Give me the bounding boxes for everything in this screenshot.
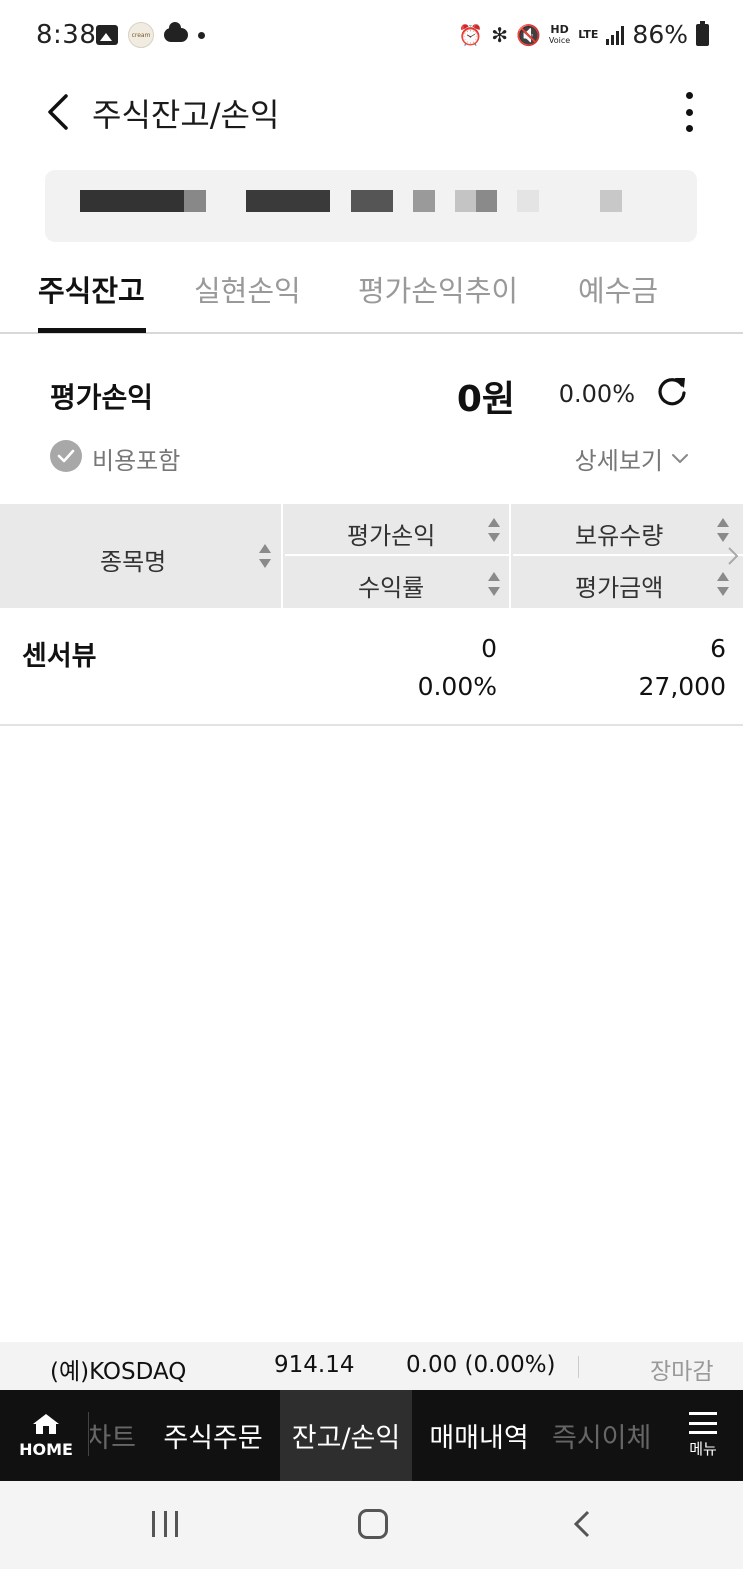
redacted-text — [413, 190, 435, 212]
eval-amount-value: 27,000 — [638, 672, 726, 701]
column-return-rate[interactable]: 수익률 — [285, 556, 511, 608]
hamburger-menu-icon — [689, 1412, 717, 1434]
ticker-index-name: (예)KOSDAQ — [50, 1359, 187, 1385]
cost-included-label[interactable]: 비용포함 — [92, 441, 180, 476]
ticker-change: 0.00 (0.00%) — [406, 1352, 556, 1378]
system-nav-bar — [0, 1481, 743, 1569]
nav-balance-profit[interactable]: 잔고/손익 — [280, 1390, 412, 1481]
column-label-name: 종목명 — [100, 548, 167, 576]
refresh-icon[interactable] — [655, 374, 689, 408]
home-icon — [33, 1414, 59, 1434]
tab-eval-profit-trend[interactable]: 평가손익추이 — [358, 268, 518, 310]
sort-icon — [488, 572, 500, 596]
tab-deposit[interactable]: 예수금 — [578, 268, 658, 310]
redacted-text — [476, 190, 497, 212]
hd-voice-icon: HD Voice — [549, 24, 570, 46]
back-arrow-icon[interactable] — [40, 90, 80, 134]
recent-apps-icon[interactable] — [152, 1511, 178, 1537]
table-row[interactable]: 센서뷰 0 0.00% 6 27,000 — [0, 608, 743, 726]
gallery-icon — [96, 25, 118, 45]
column-stock-name[interactable]: 종목명 — [0, 504, 283, 608]
redacted-text — [351, 190, 393, 212]
column-eval-amount[interactable]: 평가금액 — [513, 556, 743, 608]
sort-icon — [259, 544, 271, 568]
detail-view-link[interactable]: 상세보기 — [575, 441, 689, 476]
market-ticker[interactable]: (예)KOSDAQ 914.14 0.00 (0.00%) 장마감 — [0, 1342, 743, 1390]
column-label-quantity: 보유수량 — [575, 522, 664, 550]
ticker-value: 914.14 — [274, 1352, 355, 1378]
tab-bar: 주식잔고 실현손익 평가손익추이 예수금 — [0, 252, 743, 334]
detail-view-label: 상세보기 — [574, 447, 663, 475]
hd-label: HD — [550, 22, 569, 36]
system-back-icon[interactable] — [572, 1509, 592, 1539]
column-eval-profit[interactable]: 평가손익 — [285, 504, 511, 556]
cost-included-checkbox[interactable] — [50, 440, 82, 472]
return-rate-value: 0.00% — [417, 672, 497, 701]
check-icon — [57, 449, 75, 463]
bluetooth-icon: ✻ — [491, 22, 508, 47]
column-quantity[interactable]: 보유수량 — [513, 504, 743, 556]
sort-icon — [717, 518, 729, 542]
nav-instant-transfer[interactable]: 즉시이체 — [552, 1390, 652, 1481]
holdings-table-header: 종목명 평가손익 보유수량 수익률 평가금액 — [0, 504, 743, 608]
nav-home-label: HOME — [19, 1440, 73, 1459]
signal-icon — [606, 25, 625, 45]
nav-menu[interactable]: 메뉴 — [675, 1390, 731, 1481]
nav-home[interactable]: HOME — [10, 1390, 82, 1481]
system-home-icon[interactable] — [358, 1509, 388, 1539]
status-time: 8:38 — [36, 20, 97, 50]
column-label-eval-profit: 평가손익 — [347, 522, 436, 550]
eval-profit-amount: 0원 — [456, 379, 515, 420]
tab-realized-profit[interactable]: 실현손익 — [194, 268, 301, 310]
mute-icon: 🔇 — [516, 22, 541, 47]
redacted-text — [246, 190, 330, 212]
cream-app-icon: cream — [128, 22, 154, 48]
bottom-nav: HOME 차트 주식주문 잔고/손익 매매내역 즉시이체 메뉴 — [0, 1390, 743, 1481]
alarm-icon: ⏰ — [458, 22, 484, 47]
more-options-icon[interactable] — [679, 92, 699, 132]
battery-percent: 86% — [632, 20, 688, 49]
system-status-icons: ⏰ ✻ 🔇 HD Voice LTE 86% — [458, 20, 709, 49]
divider — [578, 1356, 579, 1378]
active-tab-indicator — [38, 328, 146, 333]
sort-icon — [488, 518, 500, 542]
chevron-right-icon[interactable] — [727, 546, 739, 566]
cloud-icon — [164, 22, 188, 42]
eval-profit-value: 0 — [481, 634, 497, 663]
redacted-text — [80, 190, 184, 212]
nav-chart[interactable]: 차트 — [90, 1390, 136, 1481]
lte-icon: LTE — [578, 28, 599, 41]
redacted-text — [600, 190, 622, 212]
stock-name: 센서뷰 — [22, 641, 97, 672]
notification-icons: cream — [96, 22, 205, 48]
tab-stock-balance[interactable]: 주식잔고 — [38, 268, 145, 310]
chevron-down-icon — [672, 453, 688, 463]
voice-label: Voice — [548, 35, 571, 45]
app-header: 주식잔고/손익 — [0, 72, 743, 152]
eval-profit-label: 평가손익 — [50, 381, 154, 414]
column-label-return-rate: 수익률 — [358, 574, 425, 602]
nav-menu-label: 메뉴 — [689, 1440, 717, 1458]
account-selector[interactable] — [45, 170, 697, 242]
status-bar: 8:38 cream ⏰ ✻ 🔇 HD Voice LTE 86% — [0, 0, 743, 72]
redacted-text — [517, 190, 539, 212]
eval-profit-rate: 0.00% — [558, 380, 635, 408]
more-notifications-icon — [198, 31, 205, 39]
battery-icon — [696, 20, 709, 46]
nav-stock-order[interactable]: 주식주문 — [150, 1390, 276, 1481]
column-label-eval-amount: 평가금액 — [575, 574, 664, 602]
market-status: 장마감 — [650, 1359, 714, 1385]
nav-trade-history[interactable]: 매매내역 — [416, 1390, 542, 1481]
sort-icon — [717, 572, 729, 596]
quantity-value: 6 — [710, 634, 726, 663]
redacted-text — [184, 190, 206, 212]
divider — [88, 1412, 89, 1456]
page-title: 주식잔고/손익 — [92, 96, 280, 134]
